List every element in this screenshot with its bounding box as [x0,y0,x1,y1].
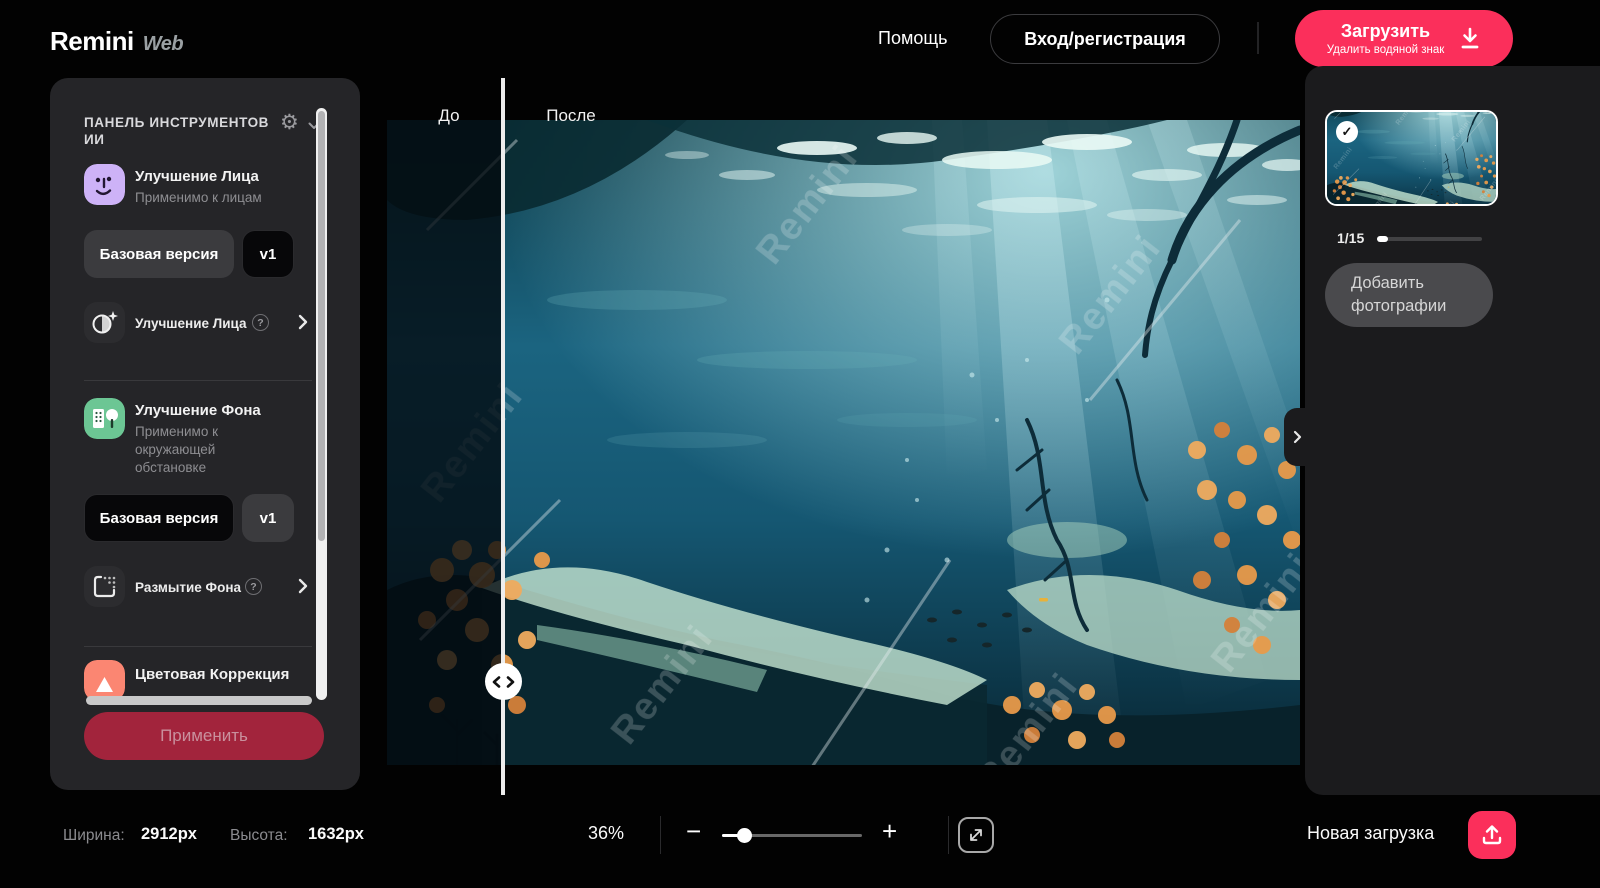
photo-thumbnail[interactable]: ✓ [1325,110,1498,206]
section-divider [84,646,312,647]
download-button[interactable]: Загрузить Удалить водяной знак [1295,10,1513,67]
section-divider [84,380,312,381]
vertical-scrollbar[interactable] [316,108,327,700]
remini-logo[interactable]: Remini Web [50,26,183,57]
after-label: После [511,106,631,126]
background-base-version-pill[interactable]: Базовая версия [84,494,234,542]
upload-icon [1481,824,1503,846]
nav-divider [1257,22,1259,54]
before-label: До [419,106,479,126]
brand-name: Remini [50,26,134,56]
section-subtitle-face: Применимо к лицам [135,189,285,207]
width-label: Ширина: [63,827,125,845]
background-enhance-icon [84,398,125,439]
gear-icon[interactable]: ⚙ [280,112,299,133]
section-title-background: Улучшение Фона [135,402,261,419]
help-link[interactable]: Помощь [878,28,948,49]
brand-suffix: Web [143,33,183,55]
enhanced-image [387,120,1300,765]
chevron-right-icon [298,578,308,594]
chevron-right-icon [298,314,308,330]
footer-divider [948,816,949,854]
chevron-right-icon [1293,430,1302,444]
face-version-tag-pill[interactable]: v1 [242,230,294,278]
background-version-tag-pill[interactable]: v1 [242,494,294,542]
new-upload-button[interactable] [1468,811,1516,859]
download-button-text: Загрузить Удалить водяной знак [1327,21,1445,56]
before-image-region [387,120,503,765]
fullscreen-button[interactable] [958,817,994,853]
ai-toolbox-panel: ПАНЕЛЬ ИНСТРУМЕНТОВ ИИ ⚙ Улучшение Лица … [50,78,360,790]
height-label: Высота: [230,827,288,845]
expand-icon [968,827,984,843]
chevron-right-icon [506,676,515,688]
zoom-out-button[interactable]: − [686,818,701,844]
apply-button[interactable]: Применить [84,712,324,760]
face-base-version-pill[interactable]: Базовая версия [84,230,234,278]
section-title-face: Улучшение Лица [135,168,259,185]
photo-counter: 1/15 [1337,230,1364,246]
download-title: Загрузить [1327,21,1445,42]
zoom-slider-handle[interactable] [737,828,752,843]
help-question-icon[interactable]: ? [245,578,262,595]
face-tool-label: Улучшение Лица [135,316,247,331]
comparison-slider-handle[interactable] [485,663,522,700]
horizontal-scrollbar[interactable] [86,696,312,705]
face-sparkle-icon [84,302,125,343]
section-subtitle-background: Применимо к окружающей обстановке [135,423,275,477]
vertical-scrollbar-thumb[interactable] [318,111,325,541]
footer-divider [660,816,661,854]
selected-check-icon: ✓ [1336,121,1358,143]
login-button[interactable]: Вход/регистрация [990,14,1220,64]
width-value: 2912px [141,825,197,844]
download-icon [1459,27,1481,51]
zoom-percent: 36% [588,823,624,844]
face-enhance-icon [84,164,125,205]
remini-web-app: До После Remini Web Помощь Вход/регистрац… [0,0,1600,888]
blur-tool-label: Размытие Фона [135,580,241,595]
help-question-icon[interactable]: ? [252,314,269,331]
blur-icon [84,566,125,607]
gallery-progress-track[interactable] [1377,237,1482,241]
zoom-slider[interactable] [722,834,862,837]
color-correction-icon [84,660,125,701]
zoom-in-button[interactable]: + [882,818,897,844]
download-subtitle: Удалить водяной знак [1327,44,1445,56]
gallery-progress-thumb[interactable] [1377,236,1388,242]
add-photos-button[interactable]: Добавить фотографии [1325,263,1493,327]
chevron-left-icon [492,676,501,688]
gallery-panel: ✓ 1/15 Добавить фотографии [1305,66,1600,795]
toolbox-title: ПАНЕЛЬ ИНСТРУМЕНТОВ ИИ [84,114,284,148]
new-upload-label: Новая загрузка [1307,823,1434,844]
section-title-color: Цветовая Коррекция [135,666,289,683]
height-value: 1632px [308,825,364,844]
